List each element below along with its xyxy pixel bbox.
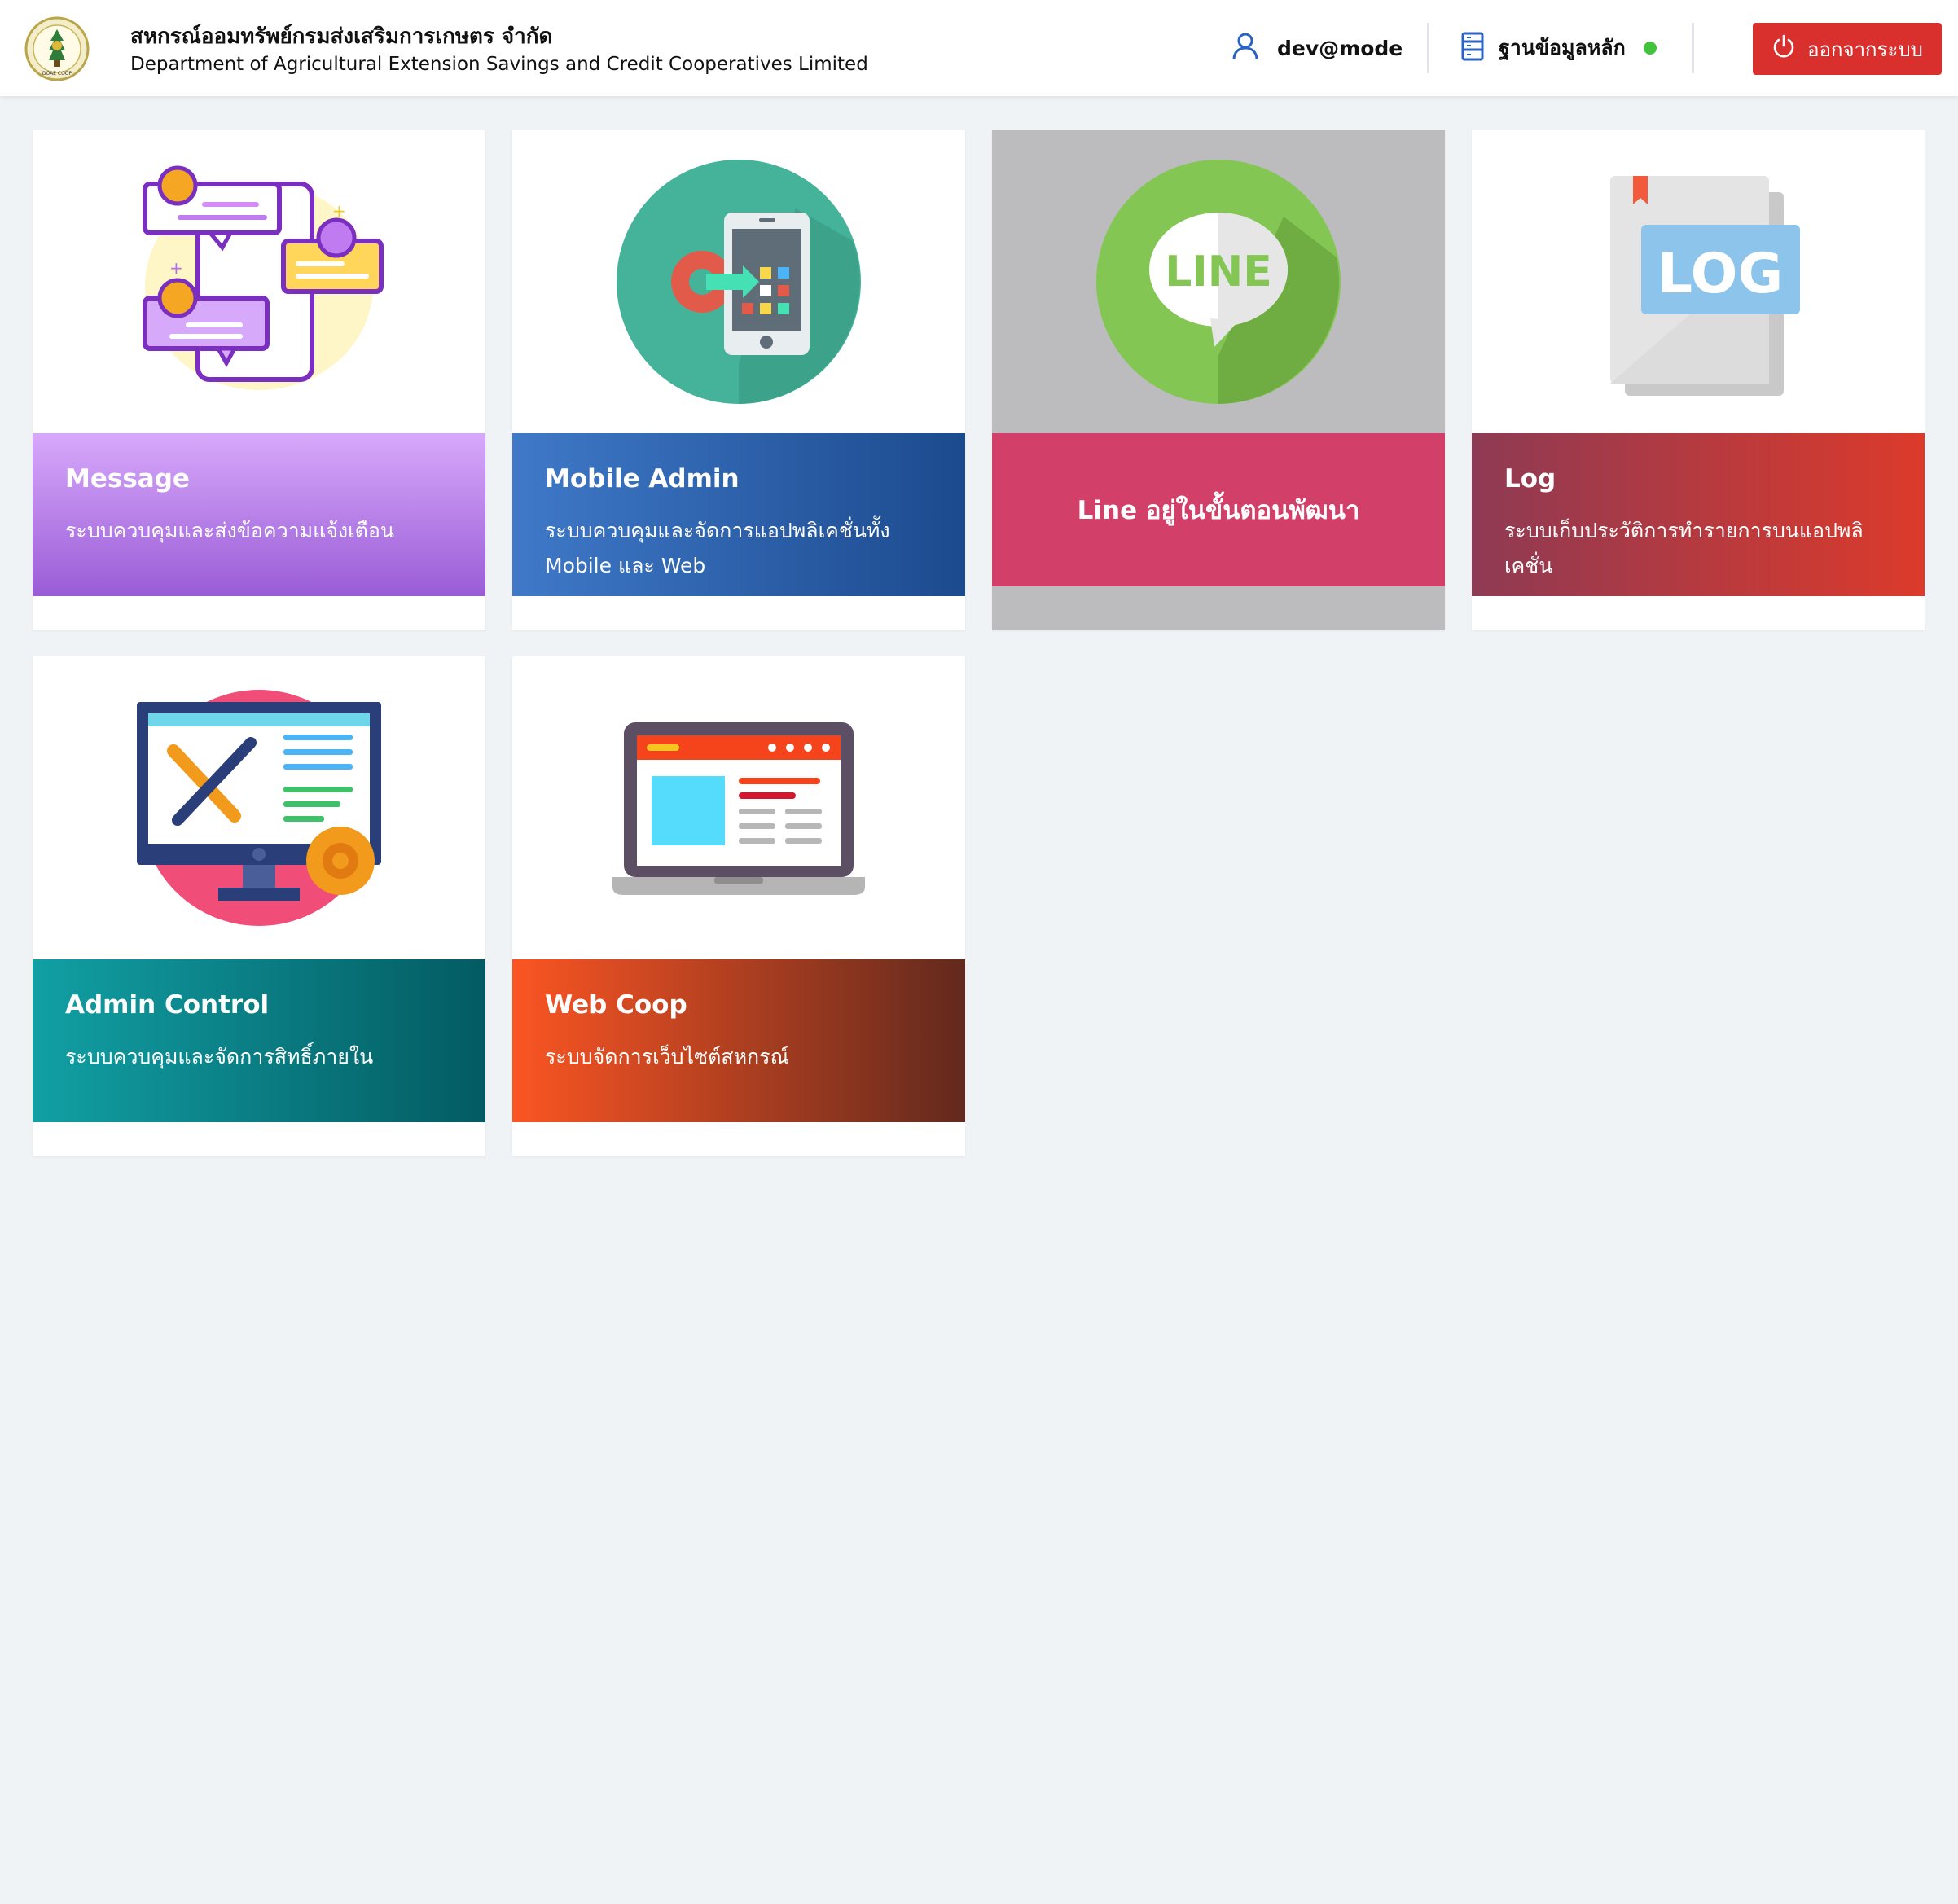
- laptop-website-illustration: [512, 656, 965, 959]
- card-admin-control-band: Admin Control ระบบควบคุมและจัดการสิทธิ์ภ…: [33, 959, 485, 1122]
- database-status-dot: [1643, 42, 1657, 55]
- card-title: Mobile Admin: [545, 464, 740, 494]
- card-description: ระบบเก็บประวัติการทำรายการบนแอปพลิเคชั่น: [1504, 519, 1864, 577]
- card-mobile-admin[interactable]: Mobile Admin ระบบควบคุมและจัดการแอปพลิเค…: [512, 130, 965, 630]
- svg-text:LINE: LINE: [1165, 248, 1272, 296]
- mobile-settings-illustration: [512, 130, 965, 433]
- database-selector[interactable]: ฐานข้อมูลหลัก: [1461, 29, 1657, 67]
- user-account[interactable]: dev@mode: [1231, 29, 1403, 67]
- top-header: DOAE COOP สหกรณ์ออมทรัพย์กรมส่งเสริมการเ…: [0, 0, 1958, 96]
- card-log-band: Log ระบบเก็บประวัติการทำรายการบนแอปพลิเค…: [1472, 433, 1925, 596]
- svg-text:+: +: [332, 201, 346, 221]
- card-title: Web Coop: [545, 990, 687, 1020]
- svg-text:+: +: [169, 258, 183, 278]
- database-label: ฐานข้อมูลหลัก: [1499, 36, 1626, 59]
- organization-name-english: Department of Agricultural Extension Sav…: [130, 54, 868, 75]
- card-title: Message: [65, 464, 190, 494]
- user-name: dev@mode: [1277, 36, 1403, 60]
- card-description: ระบบควบคุมและจัดการสิทธิ์ภายใน: [65, 1045, 374, 1068]
- logout-label: ออกจากระบบ: [1807, 37, 1923, 61]
- power-icon: [1771, 34, 1796, 64]
- card-description: ระบบจัดการเว็บไซต์สหกรณ์: [545, 1045, 789, 1068]
- svg-text:LOG: LOG: [1657, 242, 1784, 306]
- card-web-coop-band: Web Coop ระบบจัดการเว็บไซต์สหกรณ์: [512, 959, 965, 1122]
- card-mobile-admin-band: Mobile Admin ระบบควบคุมและจัดการแอปพลิเค…: [512, 433, 965, 596]
- cooperative-logo: DOAE COOP: [24, 16, 90, 81]
- card-line-band: Line อยู่ในขั้นตอนพัฒนา: [992, 433, 1445, 586]
- line-logo-illustration: LINE: [992, 130, 1445, 433]
- card-message-band: Message ระบบควบคุมและส่งข้อความแจ้งเตือน: [33, 433, 485, 596]
- card-web-coop[interactable]: Web Coop ระบบจัดการเว็บไซต์สหกรณ์: [512, 656, 965, 1156]
- card-title: Admin Control: [65, 990, 270, 1020]
- database-icon: [1461, 32, 1484, 64]
- card-title: Log: [1504, 464, 1556, 494]
- organization-name-thai: สหกรณ์ออมทรัพย์กรมส่งเสริมการเกษตร จำกัด: [130, 24, 553, 49]
- svg-text:DOAE COOP: DOAE COOP: [42, 71, 72, 77]
- chat-messages-illustration: + +: [33, 130, 485, 433]
- log-document-illustration: LOG: [1472, 130, 1925, 433]
- header-divider: [1427, 23, 1429, 73]
- card-admin-control[interactable]: Admin Control ระบบควบคุมและจัดการสิทธิ์ภ…: [33, 656, 485, 1156]
- user-icon: [1231, 32, 1259, 64]
- card-message[interactable]: + + Message ระบบควบคุมและส่งข้อความแจ้งเ…: [33, 130, 485, 630]
- card-description: ระบบควบคุมและส่งข้อความแจ้งเตือน: [65, 519, 394, 542]
- card-line: LINE Line อยู่ในขั้นตอนพัฒนา: [992, 130, 1445, 630]
- admin-tools-illustration: [33, 656, 485, 959]
- card-title: Line อยู่ในขั้นตอนพัฒนา: [1077, 496, 1360, 525]
- card-log[interactable]: LOG Log ระบบเก็บประวัติการทำรายการบนแอปพ…: [1472, 130, 1925, 630]
- card-description: ระบบควบคุมและจัดการแอปพลิเคชั่นทั้ง Mobi…: [545, 519, 890, 577]
- header-divider: [1692, 23, 1694, 73]
- logout-button[interactable]: ออกจากระบบ: [1753, 23, 1942, 75]
